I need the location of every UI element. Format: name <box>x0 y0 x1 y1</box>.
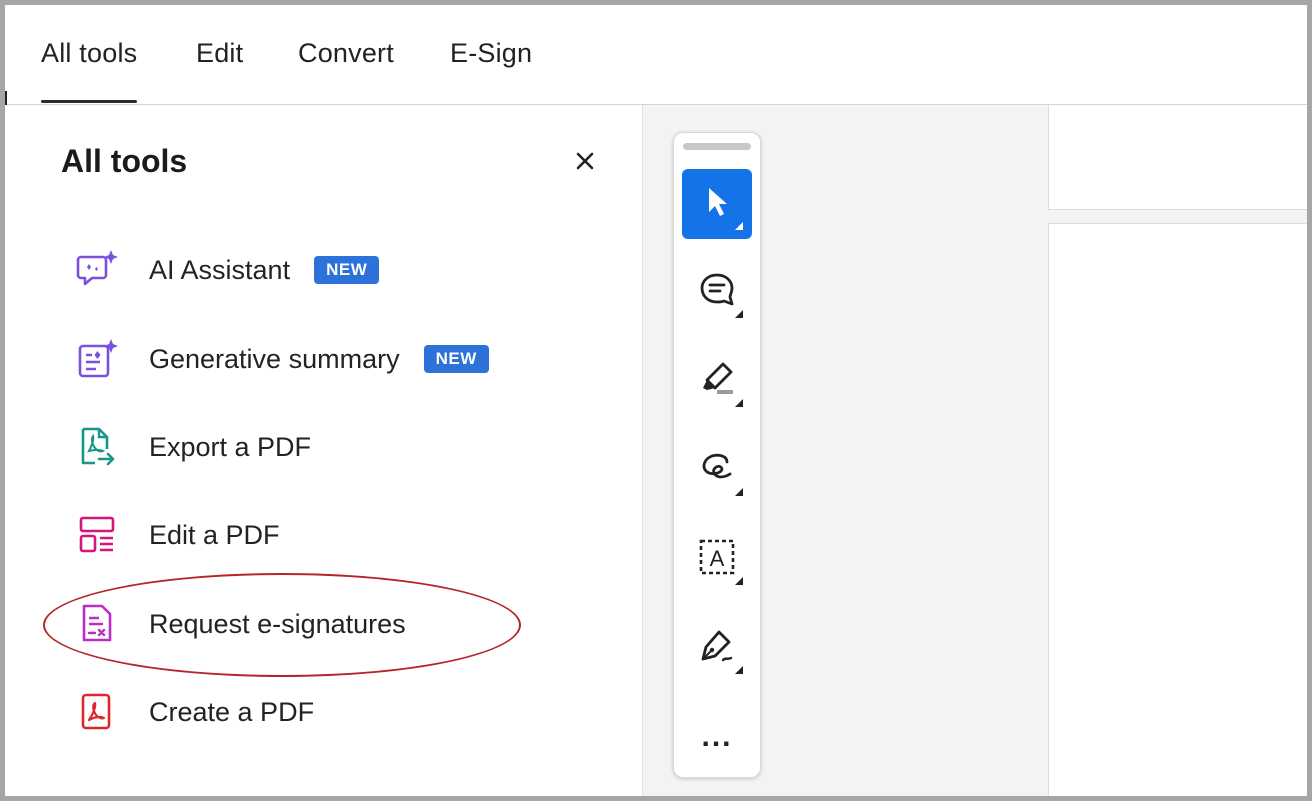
tool-export-pdf[interactable]: Export a PDF <box>75 420 595 474</box>
tool-label: AI Assistant <box>149 254 291 285</box>
tab-all-tools[interactable]: All tools <box>41 38 138 103</box>
submenu-indicator <box>735 577 743 585</box>
comment-tool-button[interactable] <box>682 257 752 327</box>
submenu-indicator <box>735 488 743 496</box>
submenu-indicator <box>735 399 743 407</box>
select-tool-button[interactable] <box>682 169 752 239</box>
pen-sign-icon <box>697 626 737 671</box>
cursor-icon <box>702 185 732 224</box>
new-badge: NEW <box>314 256 380 284</box>
more-tools-button[interactable]: ... <box>682 702 752 772</box>
highlight-tool-button[interactable] <box>682 346 752 416</box>
request-esignatures-icon <box>75 601 121 647</box>
tab-edit[interactable]: Edit <box>196 38 243 69</box>
tool-create-pdf[interactable]: Create a PDF <box>75 685 595 739</box>
all-tools-panel: All tools AI Assistant NEW Generative su… <box>5 105 643 796</box>
submenu-indicator <box>735 222 743 230</box>
tab-convert[interactable]: Convert <box>298 38 394 69</box>
tool-label: Export a PDF <box>149 431 312 462</box>
ai-assistant-icon <box>75 247 121 293</box>
comment-icon <box>697 271 737 314</box>
app-window: All tools Edit Convert E-Sign All tools … <box>5 5 1307 796</box>
edit-pdf-icon <box>75 512 121 558</box>
document-page <box>1048 105 1307 210</box>
tool-label: Request e-signatures <box>149 608 406 639</box>
tab-esign[interactable]: E-Sign <box>450 38 532 69</box>
text-tool-button[interactable]: A <box>682 524 752 594</box>
export-pdf-icon <box>75 424 121 470</box>
generative-summary-icon <box>75 336 121 382</box>
draw-tool-button[interactable] <box>682 435 752 505</box>
highlighter-icon <box>697 360 737 403</box>
tool-edit-pdf[interactable]: Edit a PDF <box>75 508 595 562</box>
submenu-indicator <box>735 666 743 674</box>
tool-label: Generative summary <box>149 343 400 374</box>
close-panel-button[interactable] <box>569 147 601 179</box>
freehand-draw-icon <box>697 450 737 491</box>
tool-ai-assistant[interactable]: AI Assistant NEW <box>75 243 595 297</box>
tool-label: Create a PDF <box>149 696 315 727</box>
svg-text:A: A <box>710 546 725 571</box>
tool-label: Edit a PDF <box>149 519 280 550</box>
document-page <box>1048 223 1307 796</box>
submenu-indicator <box>735 310 743 318</box>
tool-generative-summary[interactable]: Generative summary NEW <box>75 332 595 386</box>
create-pdf-icon <box>75 689 121 735</box>
toolbar-grip-handle[interactable] <box>683 143 751 150</box>
text-box-icon: A <box>697 537 737 582</box>
close-icon <box>575 151 595 176</box>
quick-tools-toolbar: A ... <box>673 132 761 778</box>
tool-request-esignatures[interactable]: Request e-signatures <box>75 597 595 651</box>
panel-title: All tools <box>61 143 188 179</box>
more-icon: ... <box>701 720 733 753</box>
top-tab-bar: All tools Edit Convert E-Sign <box>5 5 1307 105</box>
sign-tool-button[interactable] <box>682 613 752 683</box>
new-badge: NEW <box>423 345 489 373</box>
